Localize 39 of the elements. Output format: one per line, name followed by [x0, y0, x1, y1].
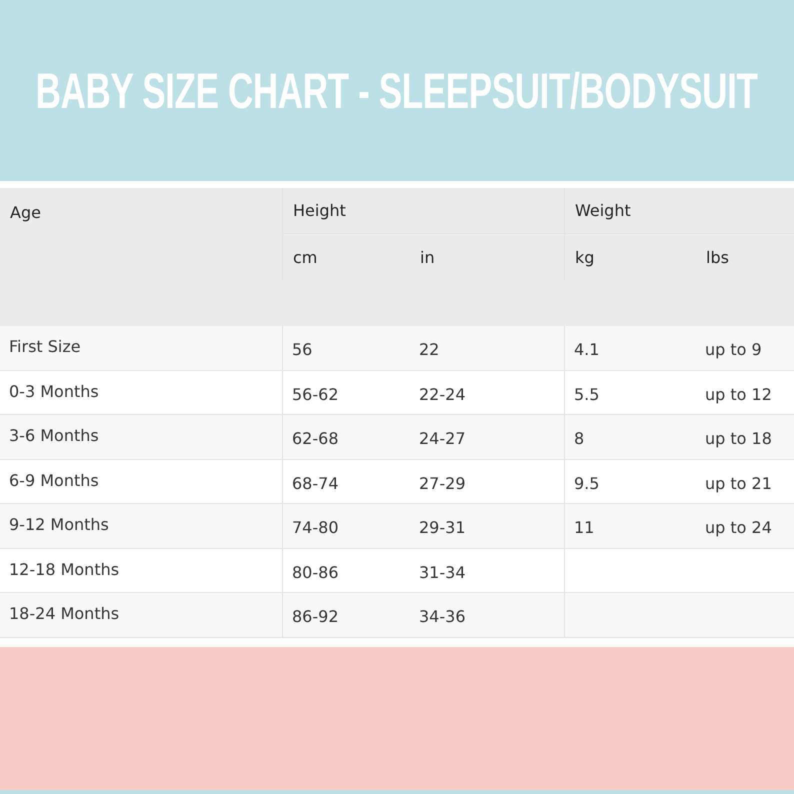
- table-cell: 6-9 Months: [9, 470, 99, 490]
- table-cell: 11: [574, 518, 594, 538]
- table-cell: up to 21: [705, 474, 772, 493]
- column-header: lbs: [706, 248, 729, 266]
- table-cell: 5.5: [574, 384, 600, 404]
- table-cell: 68-74: [292, 474, 338, 493]
- table-cell: 74-80: [292, 518, 338, 538]
- column-header: Age: [10, 203, 41, 222]
- table-cell: 3-6 Months: [9, 426, 99, 445]
- table-cell: 0-3 Months: [9, 382, 99, 400]
- table-cell: First Size: [9, 337, 81, 356]
- table-cell: 9-12 Months: [9, 515, 109, 534]
- table-cell: 80-86: [292, 562, 338, 582]
- table-cell: 8: [574, 429, 584, 448]
- table-cell: 9.5: [574, 474, 600, 493]
- table-cell: 27-29: [419, 474, 466, 493]
- table-cell: 62-68: [292, 429, 338, 448]
- column-header: cm: [293, 248, 318, 266]
- table-cell: 86-92: [292, 607, 338, 626]
- table-cell: 4.1: [574, 340, 600, 360]
- table-cell: up to 9: [705, 340, 762, 360]
- table-cell: up to 18: [705, 429, 772, 448]
- table-cell: up to 12: [705, 384, 772, 404]
- table-cell: 31-34: [419, 562, 466, 582]
- table-cell: 56-62: [292, 384, 338, 404]
- table-cell: 24-27: [419, 429, 466, 448]
- table-cell: up to 24: [705, 518, 772, 538]
- table-cell: 56: [292, 340, 312, 360]
- column-header: Weight: [575, 201, 631, 220]
- column-header: Height: [293, 201, 346, 220]
- table-cell: 12-18 Months: [9, 560, 120, 578]
- table-cell: 22: [419, 340, 440, 360]
- chart-title: BABY SIZE CHART - SLEEPSUIT/BODYSUIT: [36, 62, 758, 120]
- table-cell: 34-36: [419, 607, 466, 626]
- table-cell: 22-24: [419, 384, 466, 404]
- column-header: in: [420, 248, 435, 266]
- table-cell: 18-24 Months: [9, 604, 120, 623]
- column-header: kg: [575, 248, 594, 266]
- table-cell: 29-31: [419, 518, 466, 538]
